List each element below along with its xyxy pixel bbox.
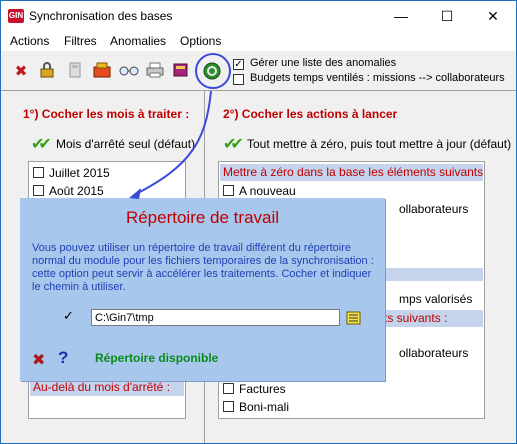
annotation-arrow [133,90,212,196]
annotation-overlay [129,53,231,199]
annotation-arrowhead [129,188,141,199]
app-window: GIN Synchronisation des bases — ☐ ✕ Acti… [0,0,517,444]
annotation-circle [195,53,231,89]
